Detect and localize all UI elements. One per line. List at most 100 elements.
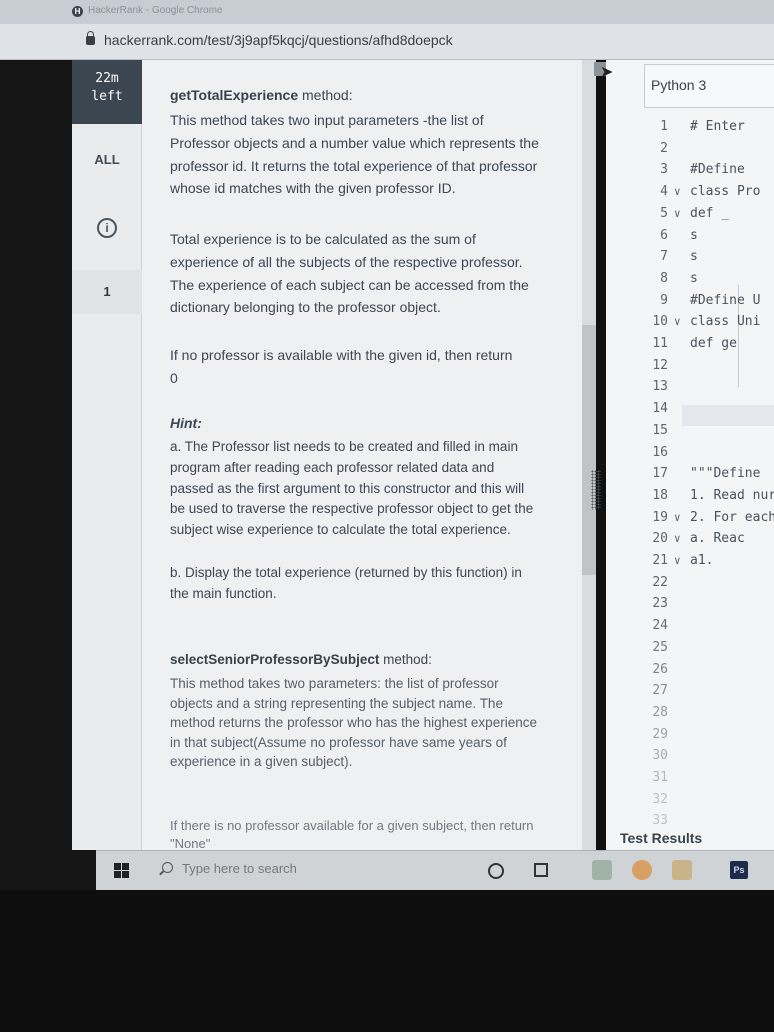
code-line[interactable]: 28 xyxy=(606,702,774,723)
line-number: 15 xyxy=(652,422,668,438)
method2-suffix: method: xyxy=(379,652,432,667)
code-line[interactable]: 30 xyxy=(606,745,774,766)
folder-icon[interactable] xyxy=(672,860,692,880)
code-line[interactable]: 10 ∨ class Uni xyxy=(606,311,774,332)
code-editor[interactable]: Python 3 1 # Enter 2 3 #Define 4 ∨ class Pro 5 ∨ … xyxy=(606,60,774,850)
laptop-bezel xyxy=(0,890,774,1032)
code-line[interactable]: 5 ∨ def _ xyxy=(606,203,774,224)
code-line[interactable]: 9 #Define U xyxy=(606,290,774,311)
fold-chevron-icon[interactable]: ∨ xyxy=(674,528,681,549)
code-line[interactable]: 23 xyxy=(606,593,774,614)
method2-name: selectSeniorProfessorBySubject xyxy=(170,652,380,667)
task-view-icon[interactable] xyxy=(534,863,548,877)
code-line[interactable]: 4 ∨ class Pro xyxy=(606,181,774,202)
code-line[interactable]: 13 xyxy=(606,376,774,397)
code-text[interactable]: class Uni xyxy=(690,311,774,332)
code-text[interactable]: s xyxy=(690,268,774,289)
line-number: 27 xyxy=(652,683,668,699)
line-number: 22 xyxy=(652,574,668,590)
code-text[interactable]: 2. For each xyxy=(690,507,774,528)
fold-chevron-icon[interactable]: ∨ xyxy=(674,181,681,202)
fold-chevron-icon[interactable]: ∨ xyxy=(674,311,681,332)
line-number: 29 xyxy=(652,726,668,742)
language-select[interactable]: Python 3 xyxy=(644,64,774,108)
line-number: 28 xyxy=(652,704,668,720)
cortana-icon[interactable] xyxy=(488,863,504,879)
line-number: 7 xyxy=(660,249,668,265)
url-text[interactable]: hackerrank.com/test/3j9apf5kqcj/question… xyxy=(104,32,453,48)
code-line[interactable]: 14 xyxy=(606,398,774,419)
hint-a: a. The Professor list needs to be create… xyxy=(170,439,534,538)
code-text[interactable]: a. Reac xyxy=(690,528,774,549)
line-number: 25 xyxy=(652,639,668,655)
line-number: 3 xyxy=(660,162,668,178)
resize-handle[interactable] xyxy=(591,470,601,510)
fold-chevron-icon[interactable]: ∨ xyxy=(674,507,681,528)
code-line[interactable]: 18 1. Read nur xyxy=(606,485,774,506)
line-number: 30 xyxy=(652,748,668,764)
line-number: 14 xyxy=(652,401,668,417)
photoshop-icon[interactable]: Ps xyxy=(730,861,748,879)
chrome-icon[interactable] xyxy=(632,860,652,880)
code-line[interactable]: 12 xyxy=(606,355,774,376)
time-remaining: 22m left xyxy=(72,60,142,124)
fold-chevron-icon[interactable]: ∨ xyxy=(674,203,681,224)
code-line[interactable]: 3 #Define xyxy=(606,159,774,180)
code-line[interactable]: 21 ∨ a1. xyxy=(606,550,774,571)
taskbar-search-input[interactable]: Type here to search xyxy=(182,861,297,876)
windows-start-icon[interactable] xyxy=(114,863,129,878)
search-icon[interactable] xyxy=(162,862,173,873)
method1-heading: getTotalExperience method: xyxy=(170,84,540,107)
code-line[interactable]: 20 ∨ a. Reac xyxy=(606,528,774,549)
windows-taskbar: Type here to search Ps xyxy=(96,850,774,890)
code-text[interactable]: def ge xyxy=(690,333,774,354)
line-number: 19 xyxy=(652,509,668,525)
line-number: 20 xyxy=(652,531,668,547)
code-line[interactable]: 22 xyxy=(606,572,774,593)
code-text[interactable]: def _ xyxy=(690,203,774,224)
code-line[interactable]: 1 # Enter xyxy=(606,116,774,137)
code-line[interactable]: 7 s xyxy=(606,246,774,267)
code-line[interactable]: 33 xyxy=(606,810,774,831)
info-icon[interactable]: i xyxy=(97,218,117,238)
code-text[interactable]: 1. Read nur xyxy=(690,485,774,506)
question-1-button[interactable]: 1 xyxy=(72,270,142,314)
code-line[interactable]: 25 xyxy=(606,637,774,658)
code-line[interactable]: 2 xyxy=(606,138,774,159)
code-line[interactable]: 16 xyxy=(606,442,774,463)
code-line[interactable]: 29 xyxy=(606,724,774,745)
window-title: HackerRank - Google Chrome xyxy=(88,5,223,16)
code-line[interactable]: 11 def ge xyxy=(606,333,774,354)
code-line[interactable]: 19 ∨ 2. For each xyxy=(606,507,774,528)
mouse-cursor-icon: ➤ xyxy=(600,64,614,81)
code-text[interactable]: #Define U xyxy=(690,290,774,311)
line-number: 26 xyxy=(652,661,668,677)
problem-scroll-thumb[interactable] xyxy=(582,325,596,575)
test-results-tab[interactable]: Test Results xyxy=(620,830,702,846)
code-line[interactable]: 8 s xyxy=(606,268,774,289)
code-line[interactable]: 17 """Define xyxy=(606,463,774,484)
browser-titlebar: H HackerRank - Google Chrome xyxy=(0,0,774,24)
line-number: 8 xyxy=(660,270,668,286)
code-text[interactable]: # Enter xyxy=(690,116,774,137)
code-line[interactable]: 6 s xyxy=(606,225,774,246)
code-text[interactable]: s xyxy=(690,246,774,267)
code-line[interactable]: 24 xyxy=(606,615,774,636)
method1-suffix: method: xyxy=(298,87,353,103)
address-bar[interactable]: hackerrank.com/test/3j9apf5kqcj/question… xyxy=(0,24,774,60)
code-text[interactable]: a1. xyxy=(690,550,774,571)
screen-bezel-left xyxy=(0,60,72,890)
code-line[interactable]: 32 xyxy=(606,789,774,810)
fold-chevron-icon[interactable]: ∨ xyxy=(674,550,681,571)
code-text[interactable]: s xyxy=(690,225,774,246)
code-line[interactable]: 15 xyxy=(606,420,774,441)
code-text[interactable]: """Define xyxy=(690,463,774,484)
code-line[interactable]: 31 xyxy=(606,767,774,788)
all-questions-button[interactable]: ALL xyxy=(72,142,142,178)
code-line[interactable]: 27 xyxy=(606,680,774,701)
file-explorer-icon[interactable] xyxy=(592,860,612,880)
code-text[interactable]: class Pro xyxy=(690,181,774,202)
line-number: 21 xyxy=(652,553,668,568)
code-line[interactable]: 26 xyxy=(606,659,774,680)
code-text[interactable]: #Define xyxy=(690,159,774,180)
